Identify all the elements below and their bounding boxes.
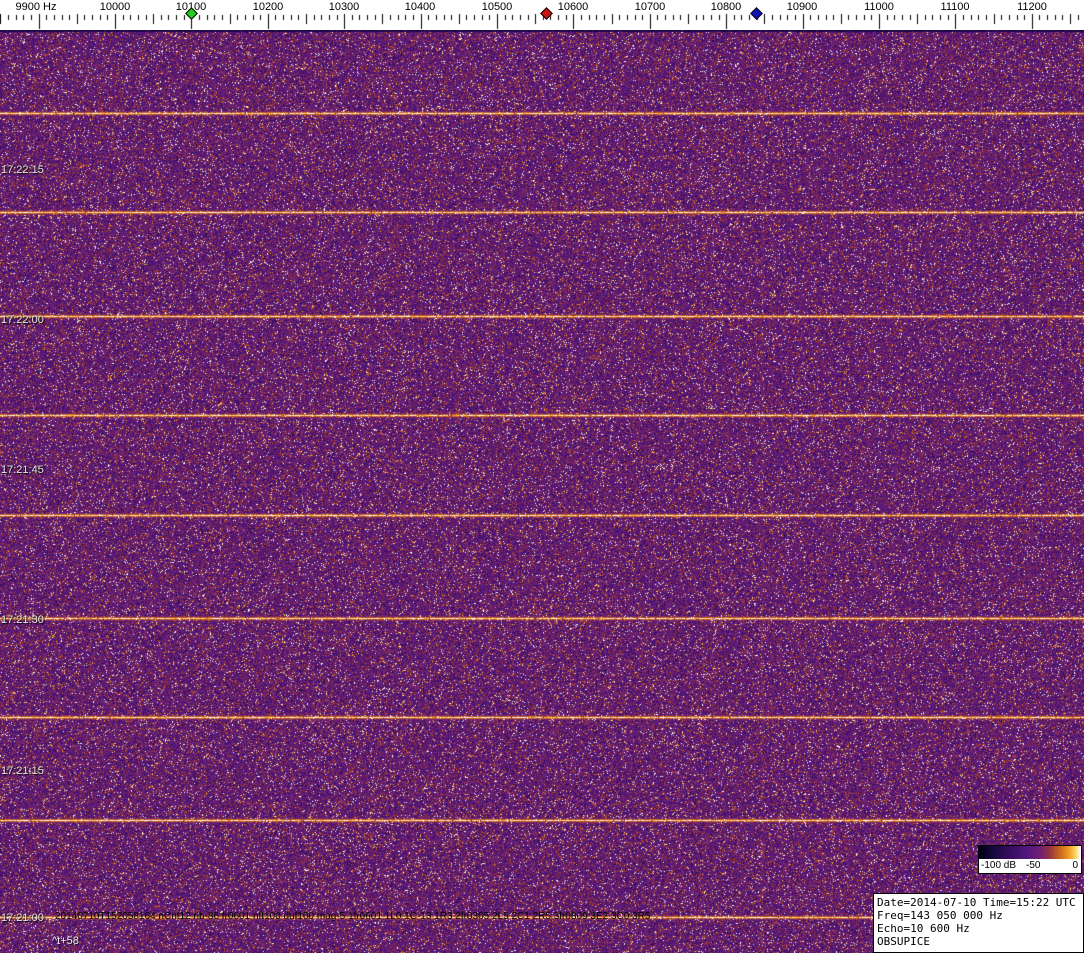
cursor-readout: ^t+58 xyxy=(52,935,79,947)
color-scale-legend: -100 dB -50 0 xyxy=(978,845,1082,874)
info-date-time: Date=2014-07-10 Time=15:22 UTC xyxy=(877,896,1076,909)
time-label: 17:22:15 xyxy=(1,164,44,176)
ruler-frequency-label: 11100 xyxy=(940,1,970,13)
event-annotation: 20140710T152058164 nCnt12 nb-86 fr0601 n… xyxy=(55,911,651,922)
spectrogram-canvas[interactable] xyxy=(0,30,1084,953)
ruler-frequency-label: 10300 xyxy=(328,1,360,13)
ruler-frequency-label: 10500 xyxy=(481,1,513,13)
info-frequency: Freq=143 050 000 Hz xyxy=(877,909,1003,922)
waterfall-display[interactable]: 17:22:15 17:22:00 17:21:45 17:21:30 17:21:15… xyxy=(0,30,1084,953)
scale-mid-label: -50 xyxy=(1026,860,1041,871)
ruler-frequency-label: 10600 xyxy=(557,1,589,13)
info-station: OBSUPICE xyxy=(877,935,930,948)
ruler-frequency-label: 10700 xyxy=(634,1,666,13)
ruler-frequency-label: 10000 xyxy=(99,1,131,13)
ruler-frequency-label: 11000 xyxy=(864,1,894,13)
ruler-frequency-label: 10800 xyxy=(710,1,742,13)
observation-info-box: Date=2014-07-10 Time=15:22 UTC Freq=143 … xyxy=(873,893,1084,953)
ruler-frequency-label: 10900 xyxy=(786,1,818,13)
time-label: 17:21:45 xyxy=(1,464,44,476)
time-label: 17:22:00 xyxy=(1,314,44,326)
scale-min-label: -100 dB xyxy=(981,860,1017,871)
scale-max-label: 0 xyxy=(1072,860,1078,871)
time-label: 17:21:15 xyxy=(1,765,44,777)
frequency-ruler[interactable]: 9900 Hz100001010010200103001040010500106… xyxy=(0,0,1084,30)
info-echo: Echo=10 600 Hz xyxy=(877,922,970,935)
ruler-frequency-label: 11200 xyxy=(1017,1,1047,13)
time-label: 17:21:00 xyxy=(1,912,44,924)
ruler-frequency-label: 10400 xyxy=(404,1,436,13)
ruler-frequency-label: 9900 Hz xyxy=(15,1,57,13)
color-scale-labels: -100 dB -50 0 xyxy=(979,859,1081,873)
spectrogram-window: 9900 Hz100001010010200103001040010500106… xyxy=(0,0,1084,953)
time-label: 17:21:30 xyxy=(1,614,44,626)
color-scale-gradient xyxy=(979,846,1081,859)
ruler-frequency-label: 10200 xyxy=(252,1,284,13)
